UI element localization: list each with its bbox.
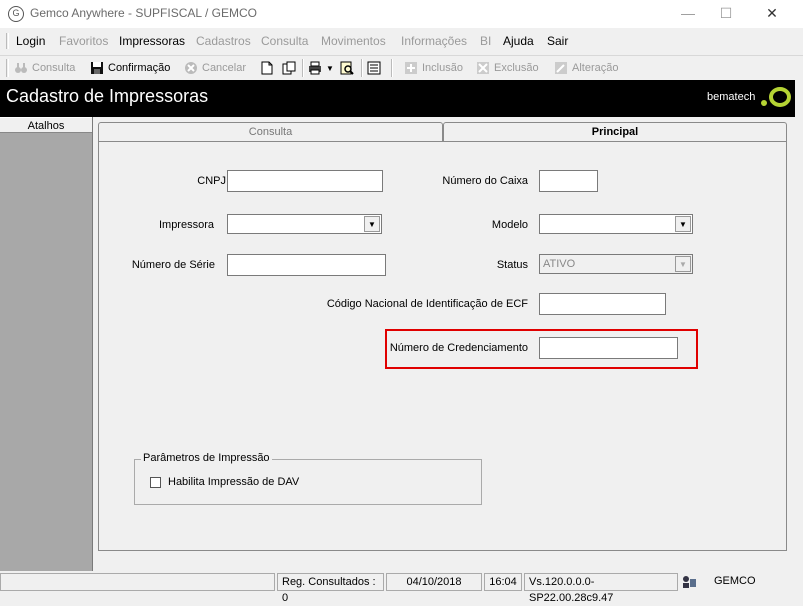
maximize-button[interactable]: ☐	[703, 0, 749, 28]
toolbar-separator	[302, 59, 304, 77]
codigo-nacional-label: Código Nacional de Identificação de ECF	[326, 298, 528, 310]
cnpj-field[interactable]	[227, 170, 383, 192]
printer-icon	[309, 61, 321, 75]
status-message-pane	[0, 573, 275, 591]
menu-ajuda[interactable]: Ajuda	[503, 34, 534, 48]
menu-consulta[interactable]: Consulta	[261, 34, 308, 48]
list-icon	[367, 61, 381, 75]
consulta-label: Consulta	[32, 62, 76, 74]
cancel-circle-icon	[185, 62, 197, 74]
cnpj-label: CNPJ	[197, 175, 226, 187]
new-document-icon	[261, 61, 273, 75]
delete-record-icon	[477, 62, 489, 74]
numero-credenciamento-label: Número de Credenciamento	[389, 342, 528, 354]
numero-serie-field[interactable]	[227, 254, 386, 276]
atalhos-header[interactable]: Atalhos	[0, 117, 92, 133]
alteracao-label: Alteração	[572, 62, 619, 74]
main-content: Consulta Principal CNPJ Número do Caixa …	[93, 117, 795, 571]
toolbar-grip	[6, 59, 9, 77]
impressora-label: Impressora	[158, 219, 214, 231]
numero-caixa-field[interactable]	[539, 170, 598, 192]
status-value: ATIVO	[543, 258, 576, 270]
status-select[interactable]: ATIVO ▼	[539, 254, 693, 274]
menu-cadastros[interactable]: Cadastros	[196, 34, 251, 48]
alteracao-button[interactable]: Alteração	[554, 59, 618, 77]
save-disk-icon	[91, 62, 103, 74]
menu-informacoes[interactable]: Informações	[401, 34, 467, 48]
confirmacao-button[interactable]: Confirmação	[90, 59, 170, 77]
tab-principal[interactable]: Principal	[443, 122, 787, 142]
menu-favoritos[interactable]: Favoritos	[59, 34, 108, 48]
menu-impressoras[interactable]: Impressoras	[119, 34, 185, 48]
bematech-logo-icon	[761, 87, 791, 107]
confirmacao-label: Confirmação	[108, 62, 171, 74]
print-dropdown-arrow[interactable]: ▼	[326, 64, 334, 73]
status-date: 04/10/2018	[386, 573, 482, 591]
status-label: Status	[496, 259, 528, 271]
status-time: 16:04	[484, 573, 522, 591]
menu-grip	[6, 33, 9, 49]
inclusao-button[interactable]: Inclusão	[404, 59, 463, 77]
form-header: Cadastro de Impressoras bematech	[0, 80, 795, 117]
new-document-button[interactable]	[260, 59, 278, 77]
cancelar-button[interactable]: Cancelar	[184, 59, 246, 77]
inclusao-label: Inclusão	[422, 62, 463, 74]
toolbar-separator	[391, 59, 393, 77]
exclusao-label: Exclusão	[494, 62, 539, 74]
tab-consulta[interactable]: Consulta	[98, 122, 443, 142]
title-bar: G Gemco Anywhere - SUPFISCAL / GEMCO — ☐…	[0, 0, 803, 28]
preview-button[interactable]	[340, 59, 358, 77]
chevron-down-icon[interactable]: ▼	[675, 216, 691, 232]
print-preview-icon	[340, 61, 354, 75]
close-button[interactable]: ✕	[749, 0, 795, 28]
impressora-select[interactable]: ▼	[227, 214, 382, 234]
principal-panel: CNPJ Número do Caixa Impressora ▼ Modelo…	[98, 141, 787, 551]
chevron-down-icon[interactable]: ▼	[364, 216, 380, 232]
numero-caixa-label: Número do Caixa	[442, 175, 528, 187]
bematech-brand: bematech	[707, 91, 756, 103]
consulta-button[interactable]: Consulta	[14, 59, 75, 77]
reg-consultados: Reg. Consultados : 0	[277, 573, 384, 604]
copy-document-button[interactable]	[282, 59, 300, 77]
numero-serie-label: Número de Série	[131, 259, 215, 271]
list-button[interactable]	[367, 59, 385, 77]
status-bar: Reg. Consultados : 0 04/10/2018 16:04 Vs…	[0, 571, 803, 604]
menu-login[interactable]: Login	[16, 34, 45, 48]
toolbar-separator	[361, 59, 363, 77]
codigo-nacional-field[interactable]	[539, 293, 666, 315]
edit-record-icon	[555, 62, 567, 74]
toolbar: Consulta Confirmação Cancelar ▼ Inclusão…	[0, 55, 803, 79]
copy-document-icon	[282, 61, 296, 75]
network-user-icon	[683, 576, 696, 588]
sidebar: Atalhos	[0, 117, 93, 571]
parametros-impressao-group: Parâmetros de Impressão Habilita Impress…	[134, 452, 482, 505]
habilita-dav-label[interactable]: Habilita Impressão de DAV	[168, 476, 299, 488]
chevron-down-icon[interactable]: ▼	[675, 256, 691, 272]
menu-bi[interactable]: BI	[480, 34, 491, 48]
gemco-app-icon: G	[8, 6, 24, 22]
modelo-label: Modelo	[491, 219, 528, 231]
form-title: Cadastro de Impressoras	[6, 86, 209, 106]
parametros-impressao-title: Parâmetros de Impressão	[141, 452, 272, 464]
add-record-icon	[405, 62, 417, 74]
modelo-select[interactable]: ▼	[539, 214, 693, 234]
numero-credenciamento-field[interactable]	[539, 337, 678, 359]
print-button[interactable]: ▼	[308, 59, 334, 77]
habilita-dav-checkbox[interactable]	[150, 477, 161, 488]
menu-sair[interactable]: Sair	[547, 34, 568, 48]
binoculars-icon	[15, 63, 27, 73]
status-company: GEMCO	[700, 573, 792, 591]
exclusao-button[interactable]: Exclusão	[476, 59, 539, 77]
menu-bar: Login Favoritos Impressoras Cadastros Co…	[0, 30, 803, 52]
status-version: Vs.120.0.0.0-SP22.00.28c9.47	[524, 573, 678, 604]
menu-movimentos[interactable]: Movimentos	[321, 34, 386, 48]
window-right-edge	[795, 80, 803, 571]
window-title: Gemco Anywhere - SUPFISCAL / GEMCO	[30, 6, 257, 20]
cancelar-label: Cancelar	[202, 62, 247, 74]
